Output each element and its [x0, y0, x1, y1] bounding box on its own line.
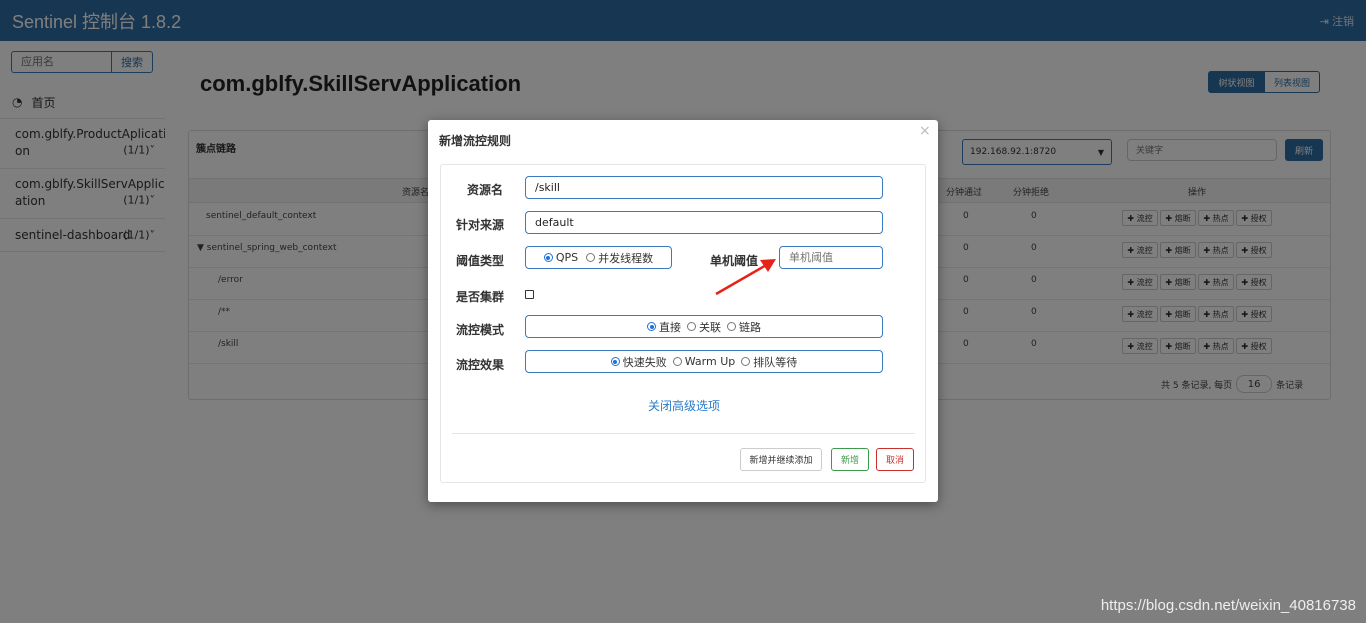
mode-related-radio[interactable]: 关联: [687, 319, 721, 335]
origin-label: 针对来源: [456, 218, 505, 232]
close-advanced-options-link[interactable]: 关闭高级选项: [648, 397, 720, 414]
radio-label: 快速失败: [622, 355, 667, 369]
effect-queue-radio[interactable]: 排队等待: [741, 354, 797, 370]
radio-unchecked-icon: [586, 253, 596, 262]
effect-warmup-radio[interactable]: Warm Up: [672, 355, 736, 368]
mode-direct-radio[interactable]: 直接: [647, 319, 681, 335]
close-icon[interactable]: ×: [919, 123, 931, 139]
radio-label: 链路: [739, 320, 761, 334]
mode-chain-radio[interactable]: 链路: [727, 319, 761, 335]
cluster-label: 是否集群: [456, 290, 505, 304]
radio-label: 排队等待: [753, 355, 798, 369]
resource-label: 资源名: [467, 183, 504, 197]
add-and-continue-button[interactable]: 新增并继续添加: [740, 448, 822, 471]
cluster-checkbox[interactable]: [525, 290, 534, 299]
radio-label: Warm Up: [684, 355, 736, 368]
threshold-threads-radio[interactable]: 并发线程数: [586, 250, 653, 266]
radio-checked-icon: [610, 357, 620, 366]
threshold-qps-radio[interactable]: QPS: [543, 251, 579, 264]
effect-label: 流控效果: [456, 358, 505, 372]
radio-unchecked-icon: [727, 322, 736, 331]
radio-unchecked-icon: [687, 322, 696, 331]
dialog-title: 新增流控规则: [439, 134, 512, 148]
cancel-button[interactable]: 取消: [876, 448, 914, 471]
add-button[interactable]: 新增: [831, 448, 869, 471]
radio-checked-icon: [647, 322, 656, 331]
origin-input[interactable]: default: [525, 211, 883, 234]
watermark: https://blog.csdn.net/weixin_40816738: [1100, 597, 1356, 614]
effect-radio-group: 快速失败 Warm Up 排队等待: [525, 350, 883, 373]
threshold-type-label: 阈值类型: [456, 254, 505, 268]
resource-input[interactable]: /skill: [525, 176, 883, 199]
annotation-arrow-icon: [715, 259, 776, 296]
radio-checked-icon: [543, 253, 553, 262]
single-threshold-input[interactable]: [779, 246, 883, 269]
radio-label: 直接: [659, 320, 681, 334]
radio-unchecked-icon: [672, 357, 682, 366]
radio-unchecked-icon: [741, 357, 751, 366]
mode-radio-group: 直接 关联 链路: [525, 315, 883, 338]
radio-label: QPS: [555, 251, 579, 264]
effect-fast-fail-radio[interactable]: 快速失败: [610, 354, 667, 370]
footer-divider: [452, 433, 915, 434]
mode-label: 流控模式: [456, 323, 505, 337]
radio-label: 关联: [699, 320, 721, 334]
threshold-type-radio-group: QPS 并发线程数: [525, 246, 672, 269]
radio-label: 并发线程数: [598, 251, 654, 265]
